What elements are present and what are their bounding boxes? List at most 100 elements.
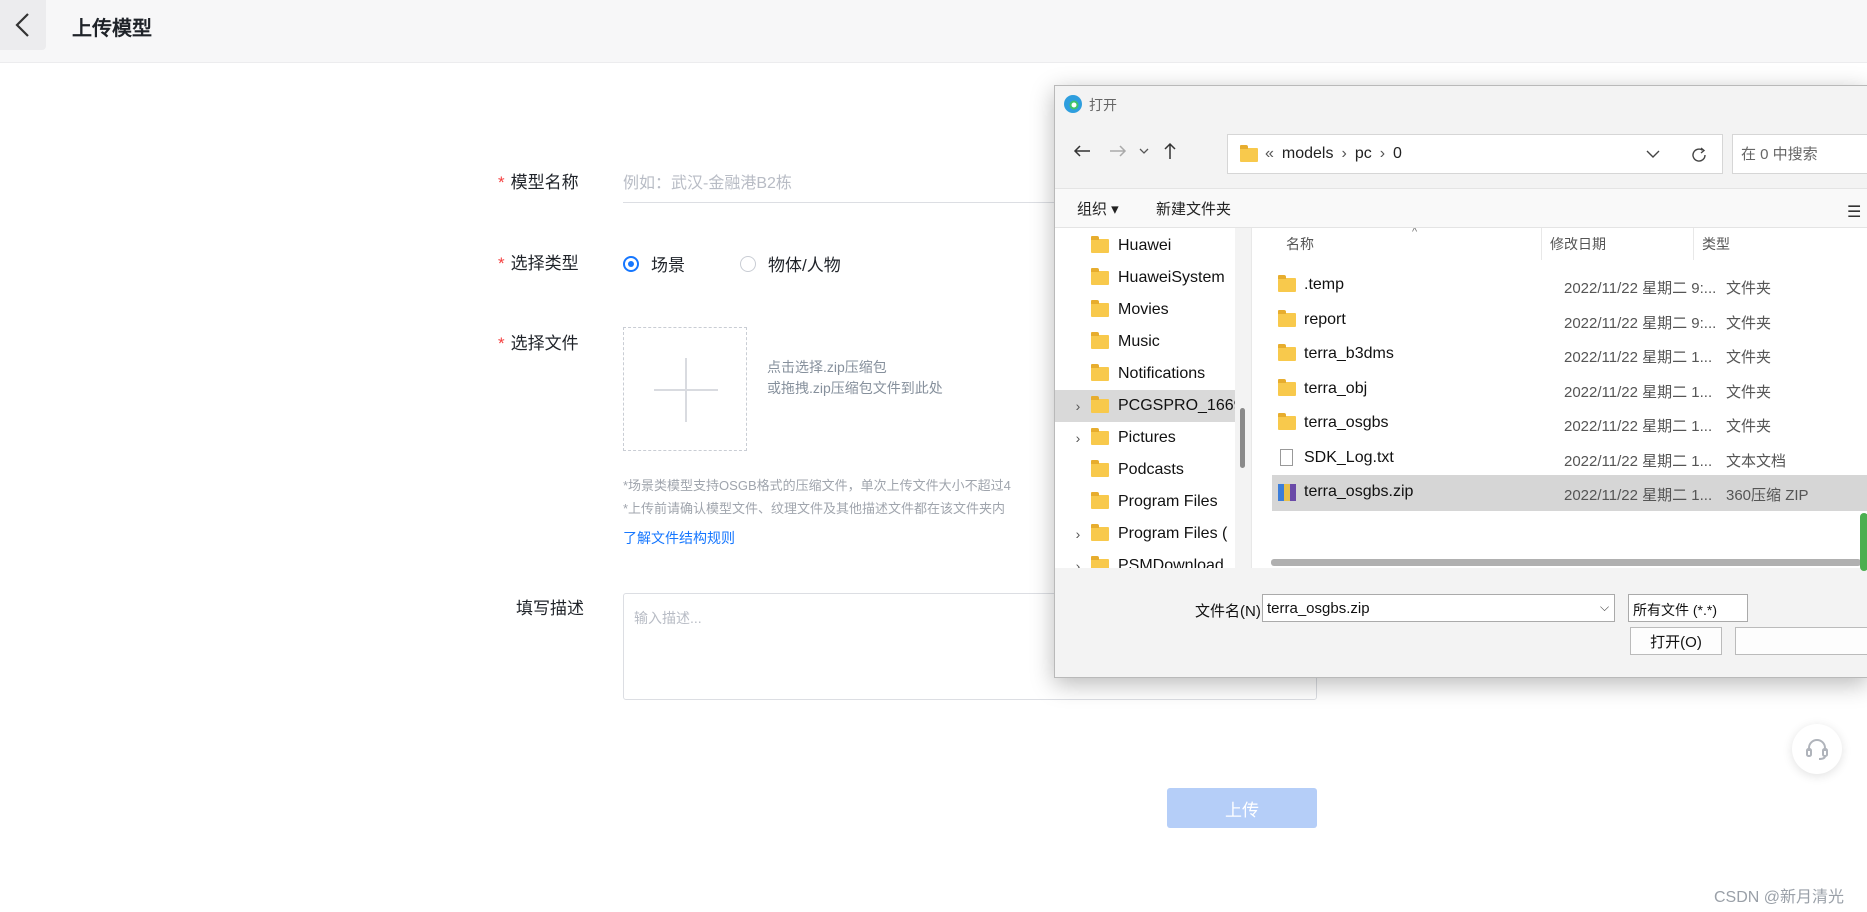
file-row[interactable]: terra_b3dms 2022/11/22 星期二 1... 文件夹 [1272, 337, 1867, 373]
file-name: report [1304, 310, 1346, 328]
file-type: 文件夹 [1726, 418, 1772, 435]
breadcrumb-models[interactable]: models [1282, 145, 1334, 162]
column-header-type[interactable]: 类型 [1694, 228, 1867, 260]
column-header-name[interactable]: 名称 [1278, 228, 1542, 260]
tree-item-label: Podcasts [1118, 461, 1184, 478]
nav-up-button[interactable] [1157, 138, 1183, 164]
tree-item[interactable]: Movies [1055, 294, 1251, 326]
folder-icon [1091, 364, 1109, 381]
folder-icon [1091, 460, 1109, 477]
folder-icon [1091, 428, 1109, 445]
breadcrumb-pc[interactable]: pc [1355, 145, 1372, 162]
refresh-icon[interactable] [1690, 146, 1708, 164]
file-structure-rules-link[interactable]: 了解文件结构规则 [623, 528, 735, 548]
folder-icon [1278, 275, 1296, 292]
type-label-text: 选择类型 [510, 254, 579, 273]
model-name-input[interactable] [623, 166, 1063, 203]
file-label: * 选择文件 [498, 329, 579, 354]
file-type-filter-select[interactable]: 所有文件 (*.*) [1628, 594, 1748, 622]
tree-item[interactable]: › PSMDownload [1055, 550, 1251, 568]
navigation-pane: Huawei HuaweiSystem Movies Music Notificatio… [1055, 228, 1251, 568]
tree-item-label: Notifications [1118, 365, 1206, 382]
view-options-icon[interactable]: ☰ [1847, 202, 1861, 222]
file-list-horizontal-scrollbar[interactable] [1271, 559, 1861, 566]
radio-scene-label: 场景 [651, 256, 685, 275]
organize-menu[interactable]: 组织 ▾ [1077, 198, 1119, 219]
customer-service-button[interactable] [1792, 724, 1842, 774]
radio-object-person[interactable]: 物体/人物 [740, 251, 841, 276]
type-label: * 选择类型 [498, 249, 579, 274]
tree-item[interactable]: › Pictures [1055, 422, 1251, 454]
tree-item[interactable]: Notifications [1055, 358, 1251, 390]
required-mark: * [498, 334, 505, 353]
file-name: terra_obj [1304, 379, 1368, 397]
plus-icon-vertical [685, 358, 687, 422]
address-bar[interactable]: «models › pc › 0 [1227, 134, 1723, 174]
filename-label: 文件名(N): [1195, 603, 1265, 620]
chevron-right-icon[interactable]: › [1071, 398, 1085, 414]
tree-item[interactable]: Music [1055, 326, 1251, 358]
cancel-button[interactable] [1735, 627, 1867, 655]
file-row[interactable]: SDK_Log.txt 2022/11/22 星期二 1... 文本文档 [1272, 441, 1867, 477]
dialog-search-input[interactable] [1732, 134, 1867, 174]
filename-input[interactable] [1262, 594, 1615, 622]
chevron-right-icon[interactable]: › [1071, 430, 1085, 446]
file-type: 文件夹 [1726, 280, 1772, 297]
file-row[interactable]: terra_obj 2022/11/22 星期二 1... 文件夹 [1272, 372, 1867, 408]
folder-icon [1091, 332, 1109, 349]
tree-item-label: Program Files [1118, 493, 1218, 510]
filename-dropdown-icon[interactable]: ⌵ [1600, 600, 1609, 615]
file-type: 文本文档 [1726, 452, 1787, 470]
nav-forward-button[interactable] [1105, 138, 1131, 164]
tree-item-label: PCGSPRO_1669 [1118, 397, 1243, 414]
chevron-left-icon [15, 13, 29, 37]
open-button[interactable]: 打开(O) [1630, 627, 1722, 655]
file-open-dialog: 打开 « models › pc › 0 组织 ▾ 新建文件夹 ☰ HuaweiHuawe… [1054, 85, 1867, 678]
file-list: ^ 名称 修改日期 类型 .temp 2022/11/22 星期二 9:... 文件… [1251, 228, 1867, 568]
file-upload-dropzone[interactable] [623, 327, 747, 451]
recent-locations-button[interactable] [1131, 138, 1157, 164]
tree-item[interactable]: Huawei [1055, 230, 1251, 262]
dialog-title: 打开 [1089, 97, 1117, 113]
watermark: CSDN @新月清光 [1714, 889, 1845, 906]
tree-item[interactable]: › PCGSPRO_1669 [1055, 390, 1251, 422]
breadcrumb-overflow[interactable]: « [1265, 145, 1274, 162]
file-row[interactable]: terra_osgbs.zip 2022/11/22 星期二 1... 360压缩 … [1272, 475, 1867, 511]
file-list-vertical-scrollbar[interactable] [1860, 513, 1867, 571]
nav-back-button[interactable] [1069, 138, 1095, 164]
file-date: 2022/11/22 星期二 1... [1564, 452, 1713, 470]
chevron-right-icon[interactable]: › [1071, 526, 1085, 542]
page-title: 上传模型 [72, 18, 152, 40]
back-button[interactable] [0, 0, 46, 50]
tree-item-label: PSMDownload [1118, 557, 1224, 568]
navigation-scrollbar[interactable] [1235, 228, 1251, 568]
browser-icon [1064, 95, 1082, 113]
file-date: 2022/11/22 星期二 1... [1564, 418, 1713, 435]
tree-item[interactable]: HuaweiSystem [1055, 262, 1251, 294]
new-folder-button[interactable]: 新建文件夹 [1156, 198, 1231, 219]
upload-submit-button[interactable]: 上传 [1167, 788, 1317, 828]
folder-icon [1091, 556, 1109, 568]
column-header-date[interactable]: 修改日期 [1542, 228, 1694, 260]
tree-item[interactable]: Podcasts [1055, 454, 1251, 486]
radio-unchecked-icon [740, 255, 756, 272]
address-dropdown-icon[interactable] [1646, 149, 1660, 159]
tree-item-label: Program Files ( [1118, 525, 1228, 542]
file-date: 2022/11/22 星期二 1... [1564, 383, 1713, 401]
breadcrumb-0[interactable]: 0 [1393, 145, 1402, 162]
file-label-text: 选择文件 [510, 334, 579, 353]
chevron-right-icon[interactable]: › [1071, 558, 1085, 568]
folder-icon [1091, 236, 1109, 253]
folder-icon [1278, 309, 1296, 327]
file-name: terra_osgbs.zip [1304, 483, 1414, 500]
navigation-scroll-thumb[interactable] [1240, 408, 1245, 468]
tree-item[interactable]: › Program Files ( [1055, 518, 1251, 550]
breadcrumb: «models › pc › 0 [1265, 145, 1402, 162]
radio-scene[interactable]: 场景 [623, 251, 685, 276]
file-row[interactable]: report 2022/11/22 星期二 9:... 文件夹 [1272, 303, 1867, 339]
tree-item[interactable]: Program Files [1055, 486, 1251, 518]
headset-icon [1806, 739, 1828, 760]
file-row[interactable]: .temp 2022/11/22 星期二 9:... 文件夹 [1272, 268, 1867, 304]
file-row[interactable]: terra_osgbs 2022/11/22 星期二 1... 文件夹 [1272, 406, 1867, 442]
folder-icon [1091, 524, 1109, 541]
